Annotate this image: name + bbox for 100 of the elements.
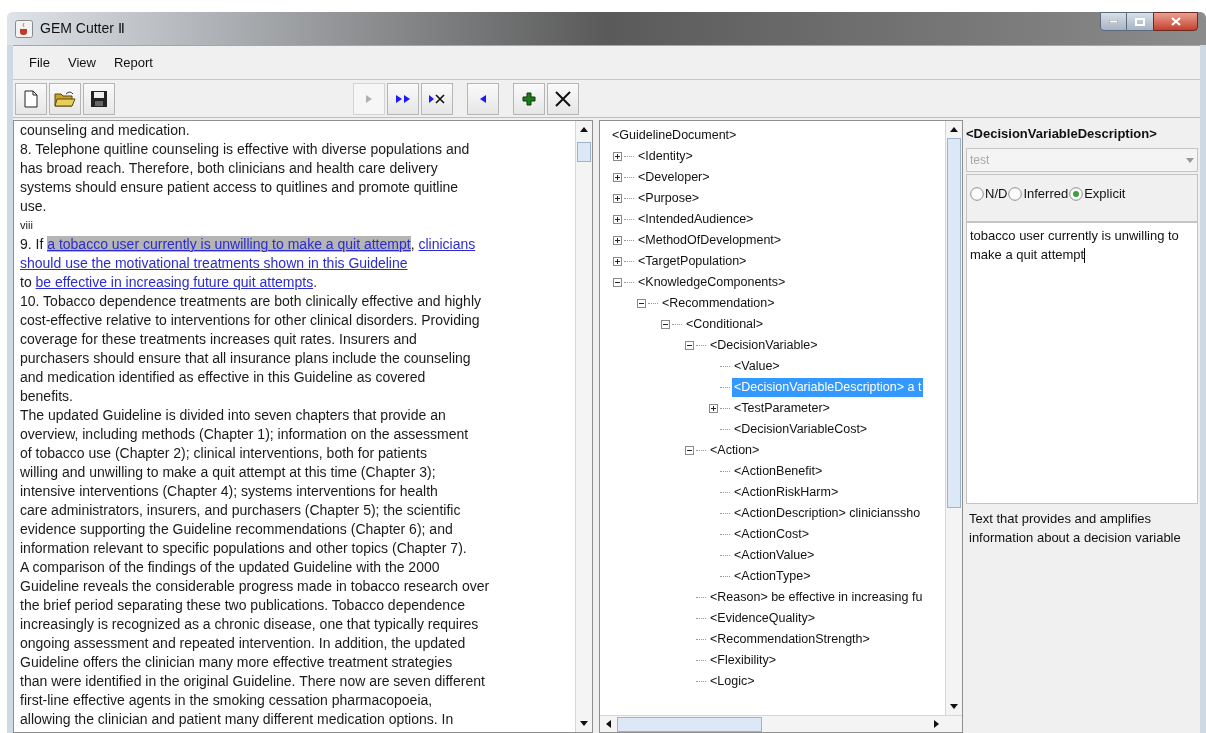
- expand-icon[interactable]: [613, 194, 622, 203]
- tree-node[interactable]: <ActionDescription> clinicianssho: [732, 504, 923, 523]
- page-number: viii: [20, 218, 34, 233]
- text-line: A comparison of the findings of the updated Guideline with the 2000: [20, 558, 441, 577]
- folder-icon: [54, 89, 76, 108]
- scroll-thumb[interactable]: [947, 138, 961, 508]
- tree-node[interactable]: <GuidelineDocument>: [610, 126, 739, 145]
- link[interactable]: a tobacco user currently is unwilling to make a quit attempt: [47, 236, 411, 252]
- scroll-thumb[interactable]: [577, 142, 591, 162]
- maximize-icon: [1135, 17, 1145, 26]
- link[interactable]: should use the motivational treatments shown in this Guideline: [20, 255, 408, 271]
- tree-node[interactable]: <KnowledgeComponents>: [636, 273, 788, 292]
- menu-item[interactable]: Report: [113, 52, 153, 73]
- toolbar-button[interactable]: [387, 82, 419, 115]
- text-line: willing and unwilling to make a quit attempt at this time (Chapter 3);: [20, 463, 437, 482]
- tree-node[interactable]: <ActionCost>: [732, 525, 812, 544]
- expand-icon[interactable]: [613, 152, 622, 161]
- tree-node[interactable]: <Developer>: [636, 168, 712, 187]
- tree-node[interactable]: <Action>: [708, 441, 762, 460]
- left-arrow-icon: [479, 93, 487, 104]
- tree-node[interactable]: <Conditional>: [684, 315, 766, 334]
- play-icon: [365, 93, 373, 104]
- expand-icon[interactable]: [613, 236, 622, 245]
- text-line: 10. Tobacco dependence treatments are both clinically effective and highly: [20, 292, 482, 311]
- java-cup-icon: [15, 19, 33, 38]
- tree-node[interactable]: <ActionBenefit>: [732, 462, 825, 481]
- scroll-left-icon[interactable]: [606, 720, 611, 728]
- expand-icon[interactable]: [613, 173, 622, 182]
- new-file-icon: [24, 89, 38, 108]
- scroll-down-icon[interactable]: [580, 721, 588, 726]
- radio-option[interactable]: Explicit: [1069, 184, 1126, 204]
- text-area[interactable]: tobacco user currently is unwilling to make a quit attempt: [966, 222, 1198, 504]
- text-line: first-line effective agents in the smoking cessation pharmacopoeia,: [20, 691, 434, 710]
- toolbar-button[interactable]: [513, 82, 545, 115]
- text-line: ongoing assessment and repeated intervention. In addition, the updated: [20, 634, 467, 653]
- tree-node[interactable]: <DecisionVariable>: [708, 336, 820, 355]
- tree-node[interactable]: <TargetPopulation>: [636, 252, 749, 271]
- radio-option[interactable]: Inferred: [1008, 184, 1069, 204]
- expand-icon[interactable]: [613, 215, 622, 224]
- text-line: purchasers should ensure that all insurance plans include the counseling: [20, 349, 472, 368]
- link[interactable]: clinicians: [418, 236, 476, 252]
- scroll-up-icon[interactable]: [950, 127, 958, 132]
- text-line: coverage for these treatments increases quit rates. Insurers and: [20, 330, 418, 349]
- text-line: systems should ensure patient access to quitlines and promote quitline: [20, 178, 460, 197]
- horizontal-scrollbar[interactable]: [600, 715, 962, 732]
- vertical-scrollbar[interactable]: [575, 121, 592, 732]
- text-line: increasingly is recognized as a chronic disease, one that typically requires: [20, 615, 480, 634]
- minimize-icon: [1109, 20, 1118, 23]
- text-line: The updated Guideline is divided into seven chapters that provide an: [20, 406, 447, 425]
- expand-icon[interactable]: [613, 257, 622, 266]
- menu-item[interactable]: View: [67, 52, 96, 73]
- text-line: allowing the clinician and patient many different medication options. In: [20, 710, 455, 729]
- text-line: Guideline reveals the considerable progress made in tobacco research over: [20, 577, 491, 596]
- close-button[interactable]: [1153, 12, 1198, 31]
- collapse-icon[interactable]: [661, 320, 670, 329]
- vertical-scrollbar[interactable]: [945, 121, 962, 715]
- toolbar-button[interactable]: [421, 82, 453, 115]
- close-icon: [1170, 17, 1181, 26]
- tree-node[interactable]: <Value>: [732, 357, 782, 376]
- tree-node[interactable]: <Purpose>: [636, 189, 702, 208]
- close-icon: [554, 89, 572, 108]
- menu-item[interactable]: File: [29, 52, 50, 73]
- text-line: of tobacco use (Chapter 2); clinical interventions, both for patients: [20, 444, 428, 463]
- tree-node[interactable]: <Recommendation>: [660, 294, 777, 313]
- tree-node[interactable]: <ActionValue>: [732, 546, 817, 565]
- collapse-icon[interactable]: [685, 341, 694, 350]
- text-line: 9. If a tobacco user currently is unwilling to make a quit attempt, clinicians: [20, 235, 477, 254]
- tree-node[interactable]: <EvidenceQuality>: [708, 609, 817, 628]
- minimize-button[interactable]: [1100, 12, 1127, 31]
- toolbar-button[interactable]: [83, 82, 115, 115]
- scroll-down-icon[interactable]: [950, 704, 958, 709]
- expand-icon[interactable]: [709, 404, 718, 413]
- tree-node[interactable]: <RecommendationStrength>: [708, 630, 872, 649]
- text-line: evidence supporting the Guideline recommendations (Chapter 6); and: [20, 520, 454, 539]
- scroll-right-icon[interactable]: [934, 720, 939, 728]
- text-line: to be effective in increasing future quit attempts.: [20, 273, 319, 292]
- tree-node[interactable]: <DecisionVariableCost>: [732, 420, 870, 439]
- radio-option[interactable]: N/D: [970, 184, 1008, 204]
- scroll-up-icon[interactable]: [580, 127, 588, 132]
- collapse-icon[interactable]: [613, 278, 622, 287]
- tree-node[interactable]: <ActionType>: [732, 567, 813, 586]
- tree-node[interactable]: <IntendedAudience>: [636, 210, 756, 229]
- text-line: information relevant to specific populations and other topics (Chapter 7).: [20, 539, 468, 558]
- scroll-thumb[interactable]: [617, 716, 762, 732]
- collapse-icon[interactable]: [685, 446, 694, 455]
- collapse-icon[interactable]: [637, 299, 646, 308]
- text-line: care administrators, insurers, and purchasers (Chapter 5); the scientific: [20, 501, 462, 520]
- text-line: has broad reach. Therefore, both clinicians and health care delivery: [20, 159, 439, 178]
- text-line: use.: [20, 197, 48, 216]
- tree-node[interactable]: <MethodOfDevelopment>: [636, 231, 784, 250]
- maximize-button[interactable]: [1127, 12, 1153, 31]
- tree-node[interactable]: <TestParameter>: [732, 399, 832, 418]
- tree-node[interactable]: <Flexibility>: [708, 651, 778, 670]
- tree-node[interactable]: <Reason> be effective in increasing fu: [708, 588, 925, 607]
- tree-node[interactable]: <ActionRiskHarm>: [732, 483, 841, 502]
- tree-node[interactable]: <Identity>: [636, 147, 695, 166]
- toolbar-button[interactable]: [547, 82, 579, 115]
- window-title: GEM Cutter Ⅱ: [40, 19, 125, 38]
- text-line: cost-effective relative to interventions for other clinical disorders. Providing: [20, 311, 481, 330]
- tree-node[interactable]: <Logic>: [708, 672, 757, 691]
